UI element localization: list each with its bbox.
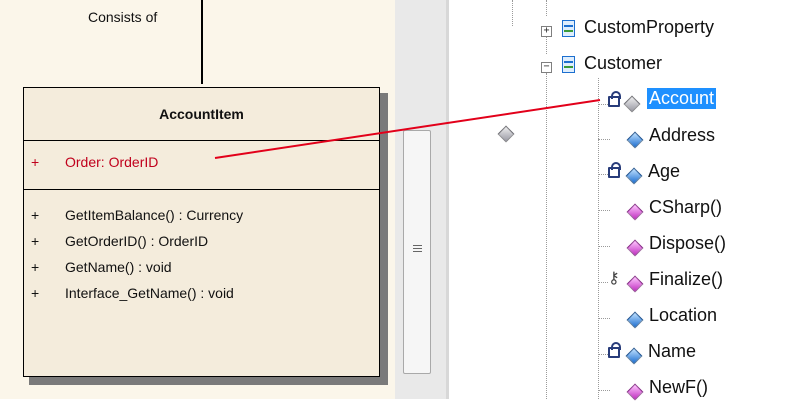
connector-line — [214, 99, 601, 159]
attribute-link-connector — [214, 99, 601, 159]
